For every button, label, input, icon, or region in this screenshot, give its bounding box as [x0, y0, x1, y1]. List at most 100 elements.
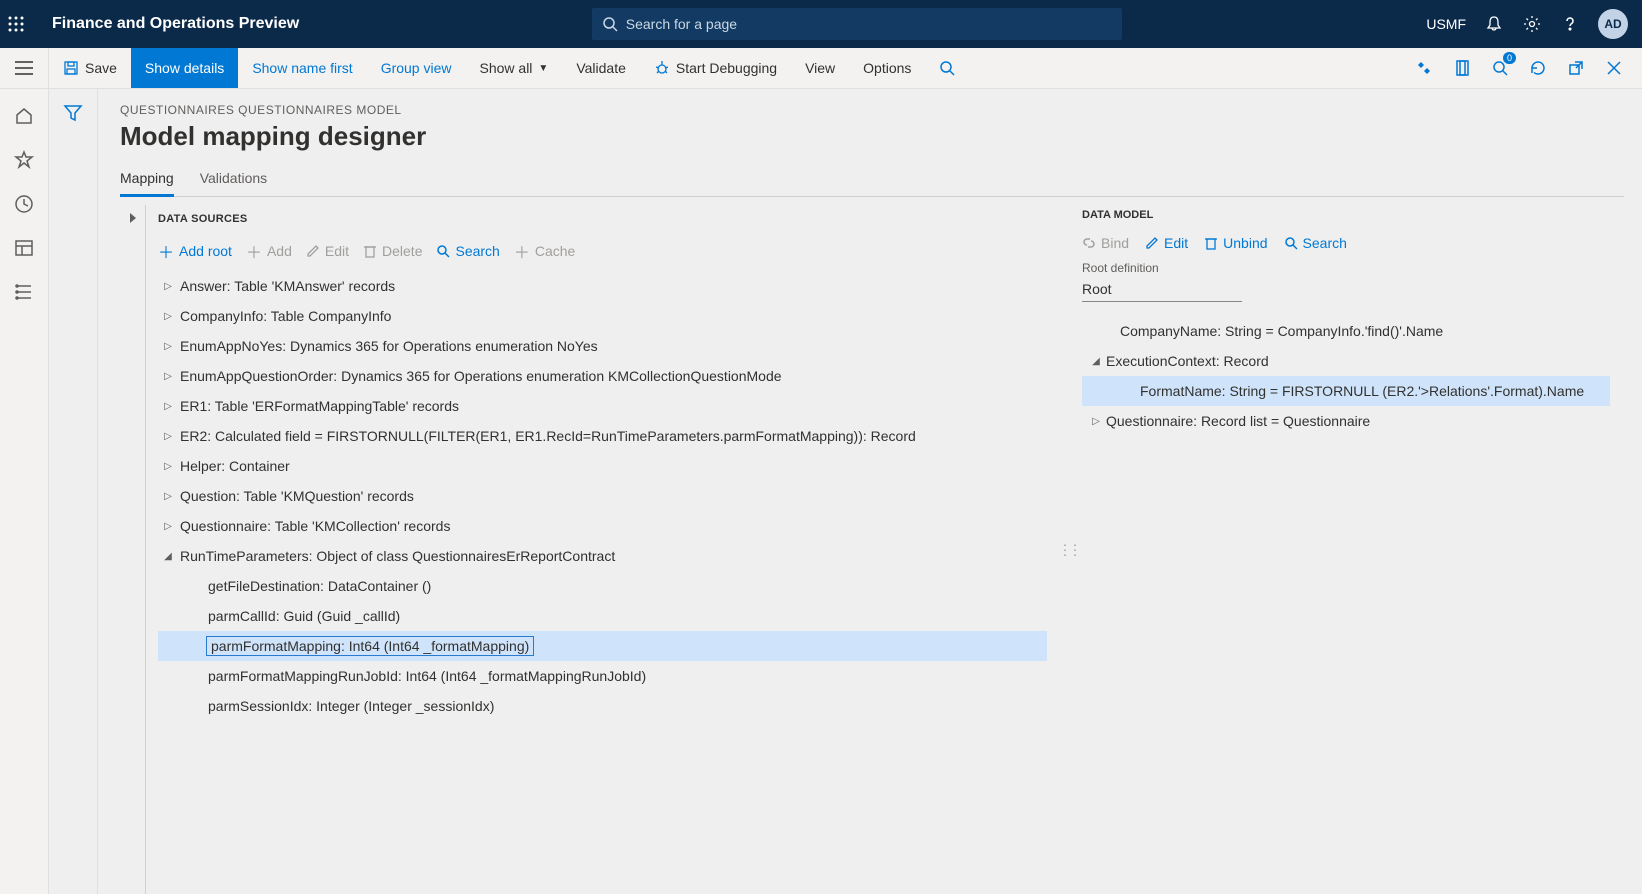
expand-icon[interactable]: ▷: [158, 521, 178, 532]
group-view-label: Group view: [381, 60, 452, 76]
tree-node-parmformatmapping[interactable]: parmFormatMapping: Int64 (Int64 _formatM…: [158, 631, 1047, 661]
tree-node-runtimeparameters[interactable]: ◢RunTimeParameters: Object of class Ques…: [158, 541, 1047, 571]
related-info-icon[interactable]: [1410, 54, 1438, 82]
delete-button[interactable]: Delete: [363, 243, 422, 259]
search-label: Search: [455, 243, 499, 259]
hamburger-icon[interactable]: [0, 48, 49, 88]
expand-icon[interactable]: ▷: [158, 371, 178, 382]
dm-node-label: CompanyName: String = CompanyInfo.'find(…: [1120, 323, 1443, 339]
dm-edit-label: Edit: [1164, 235, 1188, 251]
gear-icon[interactable]: [1522, 14, 1542, 34]
root-definition-value[interactable]: Root: [1082, 277, 1242, 302]
show-details-label: Show details: [145, 60, 224, 76]
add-label: Add: [267, 243, 292, 259]
collapse-icon[interactable]: ◢: [158, 551, 178, 562]
dm-node-questionnaire[interactable]: ▷Questionnaire: Record list = Questionna…: [1082, 406, 1610, 436]
save-button[interactable]: Save: [49, 48, 131, 88]
tree-node[interactable]: ▷EnumAppNoYes: Dynamics 365 for Operatio…: [158, 331, 1047, 361]
tree-node-label: Answer: Table 'KMAnswer' records: [178, 276, 397, 296]
expand-icon[interactable]: ▷: [158, 311, 178, 322]
validate-label: Validate: [576, 60, 626, 76]
star-icon[interactable]: [13, 149, 35, 171]
show-all-button[interactable]: Show all ▼: [466, 48, 563, 88]
page-title: Model mapping designer: [120, 121, 1624, 152]
tree-node[interactable]: parmFormatMappingRunJobId: Int64 (Int64 …: [158, 661, 1047, 691]
splitter-handle[interactable]: ⋮⋮: [1058, 541, 1078, 558]
show-details-button[interactable]: Show details: [131, 48, 238, 88]
tree-node[interactable]: ▷Helper: Container: [158, 451, 1047, 481]
options-label: Options: [863, 60, 911, 76]
messages-badge: 0: [1503, 52, 1516, 64]
company-code[interactable]: USMF: [1426, 16, 1466, 32]
bell-icon[interactable]: [1484, 14, 1504, 34]
messages-icon[interactable]: 0: [1486, 54, 1514, 82]
avatar[interactable]: AD: [1598, 9, 1628, 39]
expand-icon[interactable]: ▷: [158, 431, 178, 442]
tree-node[interactable]: getFileDestination: DataContainer (): [158, 571, 1047, 601]
expand-icon[interactable]: ▷: [158, 461, 178, 472]
tree-node[interactable]: ▷EnumAppQuestionOrder: Dynamics 365 for …: [158, 361, 1047, 391]
app-launcher-icon[interactable]: [8, 16, 48, 32]
home-icon[interactable]: [13, 105, 35, 127]
global-search[interactable]: [592, 8, 1122, 40]
tab-validations[interactable]: Validations: [200, 170, 267, 196]
bind-button[interactable]: Bind: [1082, 235, 1129, 251]
breadcrumb: QUESTIONNAIRES QUESTIONNAIRES MODEL: [120, 103, 1624, 117]
show-name-first-button[interactable]: Show name first: [238, 48, 366, 88]
edit-button[interactable]: Edit: [306, 243, 349, 259]
tree-node-label: parmSessionIdx: Integer (Integer _sessio…: [206, 696, 496, 716]
popout-icon[interactable]: [1562, 54, 1590, 82]
command-search-button[interactable]: [925, 48, 969, 88]
tree-node-label: getFileDestination: DataContainer (): [206, 576, 433, 596]
tree-node[interactable]: ▷Question: Table 'KMQuestion' records: [158, 481, 1047, 511]
data-sources-header: DATA SOURCES: [158, 213, 1057, 225]
global-search-input[interactable]: [626, 16, 1112, 32]
expand-icon[interactable]: ▷: [158, 401, 178, 412]
dm-search-label: Search: [1303, 235, 1347, 251]
dm-search-button[interactable]: Search: [1284, 235, 1347, 251]
tab-mapping[interactable]: Mapping: [120, 170, 174, 197]
tree-node-label: parmFormatMapping: Int64 (Int64 _formatM…: [206, 636, 534, 656]
unbind-button[interactable]: Unbind: [1204, 235, 1267, 251]
bind-label: Bind: [1101, 235, 1129, 251]
cache-button[interactable]: ＋Cache: [514, 239, 575, 263]
start-debugging-button[interactable]: Start Debugging: [640, 48, 791, 88]
dm-node-executioncontext[interactable]: ◢ExecutionContext: Record: [1082, 346, 1610, 376]
filter-icon[interactable]: [63, 103, 83, 894]
expand-icon[interactable]: ▷: [158, 341, 178, 352]
group-view-button[interactable]: Group view: [367, 48, 466, 88]
expand-icon[interactable]: ▷: [158, 491, 178, 502]
tree-node[interactable]: ▷ER2: Calculated field = FIRSTORNULL(FIL…: [158, 421, 1047, 451]
modules-icon[interactable]: [13, 281, 35, 303]
tree-node[interactable]: ▷CompanyInfo: Table CompanyInfo: [158, 301, 1047, 331]
collapse-icon[interactable]: ◢: [1086, 356, 1106, 367]
attachments-icon[interactable]: [1448, 54, 1476, 82]
options-menu[interactable]: Options: [849, 48, 925, 88]
collapse-handle[interactable]: [120, 205, 146, 894]
refresh-icon[interactable]: [1524, 54, 1552, 82]
dm-node-formatname[interactable]: FormatName: String = FIRSTORNULL (ER2.'>…: [1082, 376, 1610, 406]
tree-node[interactable]: ▷ER1: Table 'ERFormatMappingTable' recor…: [158, 391, 1047, 421]
expand-icon[interactable]: ▷: [158, 281, 178, 292]
close-icon[interactable]: [1600, 54, 1628, 82]
expand-icon[interactable]: ▷: [1086, 416, 1106, 427]
validate-button[interactable]: Validate: [562, 48, 640, 88]
recent-icon[interactable]: [13, 193, 35, 215]
tree-node[interactable]: parmCallId: Guid (Guid _callId): [158, 601, 1047, 631]
view-menu[interactable]: View: [791, 48, 849, 88]
dm-node-label: FormatName: String = FIRSTORNULL (ER2.'>…: [1140, 383, 1584, 399]
workspaces-icon[interactable]: [13, 237, 35, 259]
tree-node-label: Helper: Container: [178, 456, 292, 476]
delete-label: Delete: [382, 243, 422, 259]
tree-node[interactable]: parmSessionIdx: Integer (Integer _sessio…: [158, 691, 1047, 721]
add-button[interactable]: ＋Add: [246, 239, 292, 263]
dm-edit-button[interactable]: Edit: [1145, 235, 1188, 251]
help-icon[interactable]: [1560, 14, 1580, 34]
add-root-button[interactable]: ＋Add root: [158, 239, 232, 263]
tree-node[interactable]: ▷Answer: Table 'KMAnswer' records: [158, 271, 1047, 301]
tree-node-label: EnumAppQuestionOrder: Dynamics 365 for O…: [178, 366, 784, 386]
search-button[interactable]: Search: [436, 243, 499, 259]
tree-node-label: RunTimeParameters: Object of class Quest…: [178, 546, 617, 566]
dm-node-companyname[interactable]: CompanyName: String = CompanyInfo.'find(…: [1082, 316, 1610, 346]
tree-node[interactable]: ▷Questionnaire: Table 'KMCollection' rec…: [158, 511, 1047, 541]
